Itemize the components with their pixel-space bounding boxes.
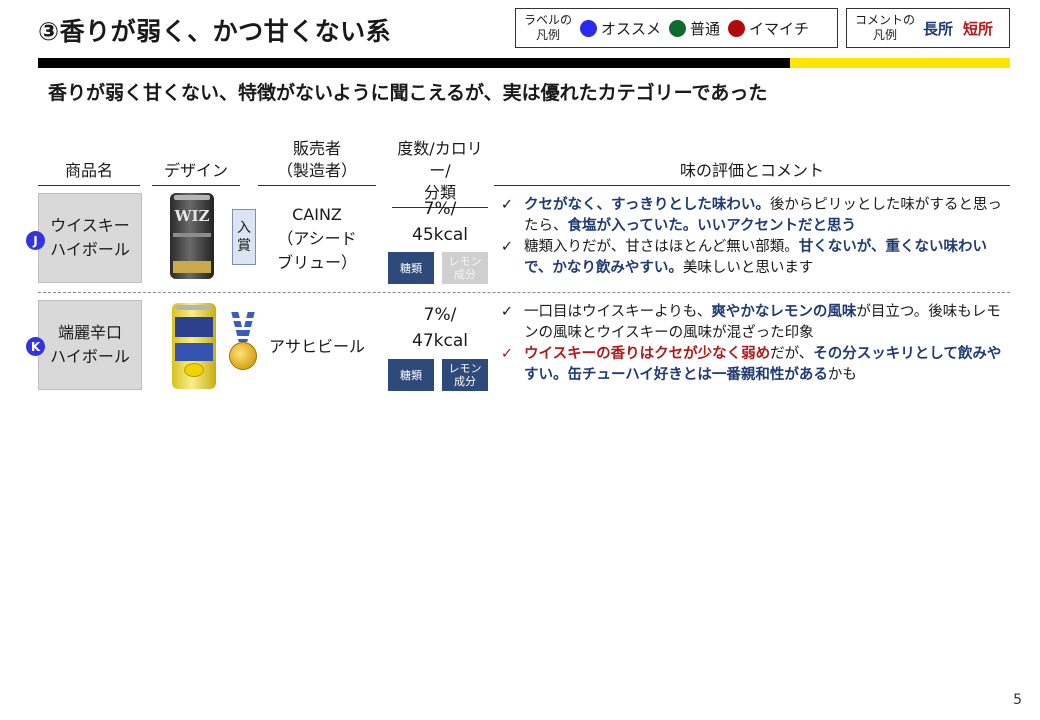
legend-item-average: 普通 (669, 18, 720, 39)
product-name-k: 端麗辛口 ハイボール (38, 300, 142, 390)
column-header-product: 商品名 (38, 160, 140, 186)
seller-k: アサヒビール (268, 337, 365, 356)
tag-lemon-k: レモン 成分 (442, 359, 488, 391)
legend-item-recommended: オススメ (580, 18, 661, 39)
seller-j: CAINZ （アシード ブリュー） (276, 205, 357, 272)
header-bar-yellow (790, 58, 1010, 68)
column-header-design: デザイン (152, 160, 240, 186)
comment-line: ✓ 一口目はウイスキーよりも、爽やかなレモンの風味が目立つ。後味もレモンの風味と… (498, 302, 1010, 344)
can-image-wiz: WIZ (170, 193, 214, 279)
row-separator (38, 292, 1010, 293)
check-icon: ✓ (500, 304, 514, 320)
label-legend: ラベルの 凡例 オススメ 普通 イマイチ (515, 8, 838, 48)
comment-k: ✓ 一口目はウイスキーよりも、爽やかなレモンの風味が目立つ。後味もレモンの風味と… (498, 302, 1010, 386)
column-header-seller: 販売者 （製造者） (258, 138, 376, 186)
rating-badge-k: K (26, 337, 45, 356)
check-icon: ✓ (500, 197, 514, 213)
tag-lemon-j: レモン 成分 (442, 252, 488, 284)
legend-weakness: 短所 (963, 19, 994, 38)
green-dot-icon (669, 19, 687, 37)
header-bar-black (38, 58, 790, 68)
can-image-tanrei (172, 303, 216, 389)
page-number: 5 (1013, 692, 1022, 708)
spec-j: 7%/ 45kcal (412, 199, 468, 245)
can-logo-text: WIZ (174, 207, 210, 225)
check-icon: ✓ (500, 346, 514, 362)
tag-sugar-j: 糖類 (388, 252, 434, 284)
comment-legend-caption: コメントの 凡例 (855, 13, 916, 42)
page-title: ③香りが弱く、かつ甘くない系 (38, 17, 392, 46)
rating-badge-j: J (26, 231, 45, 250)
comment-line: ✓ ウイスキーの香りはクセが少なく弱めだが、その分スッキリとして飲みやすい。缶チ… (498, 344, 1010, 386)
red-dot-icon (728, 19, 746, 37)
legend-strength: 長所 (923, 19, 954, 38)
comment-legend: コメントの 凡例 長所 短所 (846, 8, 1010, 48)
tag-sugar-k: 糖類 (388, 359, 434, 391)
page-subtitle: 香りが弱く甘くない、特徴がないように聞こえるが、実は優れたカテゴリーであった (48, 82, 768, 104)
check-icon: ✓ (500, 239, 514, 255)
comment-line: ✓ クセがなく、すっきりとした味わい。後からピリッとした味がすると思ったら、食塩… (498, 195, 1010, 237)
product-name-j: ウイスキー ハイボール (38, 193, 142, 283)
blue-dot-icon (580, 19, 598, 37)
label-legend-caption: ラベルの 凡例 (524, 13, 573, 42)
comment-j: ✓ クセがなく、すっきりとした味わい。後からピリッとした味がすると思ったら、食塩… (498, 195, 1010, 279)
column-header-taste: 味の評価とコメント (494, 160, 1010, 186)
award-tag: 入 賞 (232, 209, 256, 265)
spec-k: 7%/ 47kcal (412, 305, 468, 351)
lemon-icon (184, 363, 204, 377)
comment-line: ✓ 糖類入りだが、甘さはほとんど無い部類。甘くないが、重くない味わいで、かなり飲… (498, 237, 1010, 279)
legend-item-poor: イマイチ (728, 18, 809, 39)
gold-medal-icon (228, 312, 258, 378)
